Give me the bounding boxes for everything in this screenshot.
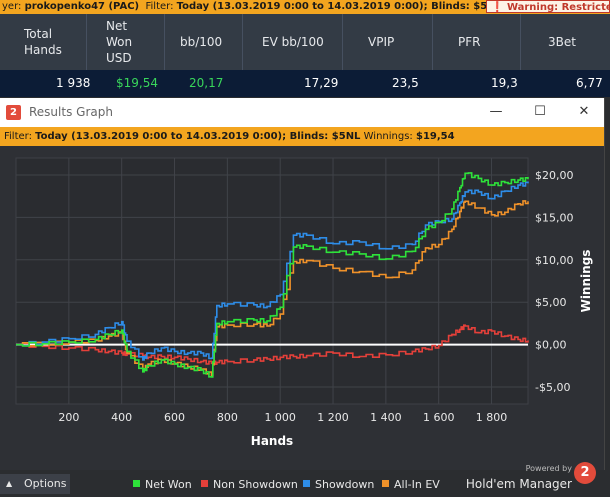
col-header-total-hands[interactable]: Total Hands (24, 14, 74, 70)
graph-filter-text: Filter: Today (13.03.2019 0:00 to 14.03.… (4, 131, 455, 142)
brand-name: Hold'em Manager (465, 477, 572, 491)
y-tick-label: $10,00 (535, 254, 574, 267)
legend-swatch-net-won (133, 480, 140, 487)
triangle-up-icon: ▲ (6, 479, 13, 488)
app-logo-icon: 2 (6, 105, 21, 120)
col-header-vpip[interactable]: VPIP (368, 14, 394, 70)
brand-block: Powered by Hold'em Manager (466, 464, 572, 497)
y-tick-label: -$5,00 (535, 381, 570, 394)
legend-showdown[interactable]: Showdown (303, 478, 374, 491)
x-tick-label: 1 200 (317, 411, 349, 424)
filter-label: Filter: (145, 1, 174, 12)
results-chart[interactable]: 200 400 600 800 1 000 1 200 1 400 1 600 1 800 -$5… (0, 146, 604, 456)
cell-vpip: 23,5 (392, 76, 419, 90)
legend-net-won[interactable]: Net Won (133, 478, 192, 491)
y-tick-label: $5,00 (535, 296, 567, 309)
powered-by-text: Powered by (525, 464, 572, 473)
stats-table-row[interactable]: 1 938 $19,54 20,17 17,29 23,5 19,3 6,77 (0, 70, 610, 97)
x-axis-label: Hands (251, 434, 293, 448)
x-tick-label: 200 (58, 411, 79, 424)
col-header-pfr[interactable]: PFR (458, 14, 480, 70)
col-header-bb100[interactable]: bb/100 (180, 14, 222, 70)
top-filter-bar: yer: prokopenko47 (PAC) Filter: Today (1… (0, 0, 610, 14)
player-name: prokopenko47 (PAC) (24, 1, 140, 12)
x-tick-label: 1 000 (264, 411, 296, 424)
legend-non-showdown[interactable]: Non Showdown (201, 478, 298, 491)
col-header-net-won[interactable]: Net Won USD (106, 14, 146, 70)
minimize-button[interactable]: — (482, 102, 510, 122)
warning-icon: ❗ (491, 2, 504, 13)
filter-value: Today (13.03.2019 0:00 to 14.03.2019 0:0… (176, 1, 502, 12)
cell-pfr: 19,3 (491, 76, 518, 90)
graph-footer: ▲ Options Net Won Non Showdown Showdown … (0, 464, 610, 497)
options-button[interactable]: ▲ Options (0, 474, 70, 494)
x-tick-label: 600 (164, 411, 185, 424)
col-header-3bet[interactable]: 3Bet (548, 14, 576, 70)
x-tick-label: 400 (111, 411, 132, 424)
warning-text: Warning: Restricted (506, 2, 610, 13)
maximize-button[interactable]: ☐ (526, 102, 554, 122)
y-axis-label: Winnings (579, 250, 593, 313)
player-label: yer: (2, 1, 22, 12)
col-header-ev-bb100[interactable]: EV bb/100 (262, 14, 324, 70)
top-filter-text: yer: prokopenko47 (PAC) Filter: Today (1… (2, 0, 502, 14)
warning-restricted-badge[interactable]: ❗ Warning: Restricted (486, 0, 610, 13)
stats-table-header: Total Hands Net Won USD bb/100 EV bb/100… (0, 14, 610, 70)
x-tick-label: 1 600 (423, 411, 455, 424)
cell-total-hands: 1 938 (56, 76, 91, 90)
legend-swatch-allin-ev (382, 480, 389, 487)
graph-filter-bar: Filter: Today (13.03.2019 0:00 to 14.03.… (0, 127, 604, 146)
cell-3bet: 6,77 (576, 76, 603, 90)
x-tick-label: 1 800 (476, 411, 508, 424)
legend-swatch-showdown (303, 480, 310, 487)
cell-bb100: 20,17 (189, 76, 224, 90)
close-button[interactable]: ✕ (570, 102, 598, 122)
legend-swatch-non-showdown (201, 480, 208, 487)
window-title: Results Graph (29, 105, 113, 119)
legend-allin-ev[interactable]: All-In EV (382, 478, 440, 491)
cell-net-won: $19,54 (116, 76, 158, 90)
x-tick-label: 800 (217, 411, 238, 424)
hm2-logo-icon: 2 (574, 462, 596, 484)
cell-ev-bb100: 17,29 (304, 76, 339, 90)
plot-area (15, 157, 529, 405)
y-tick-label: $20,00 (535, 169, 574, 182)
window-title-bar[interactable]: 2 Results Graph — ☐ ✕ (0, 98, 604, 127)
y-tick-label: $0,00 (535, 339, 567, 352)
x-tick-label: 1 400 (370, 411, 402, 424)
y-tick-label: $15,00 (535, 211, 574, 224)
